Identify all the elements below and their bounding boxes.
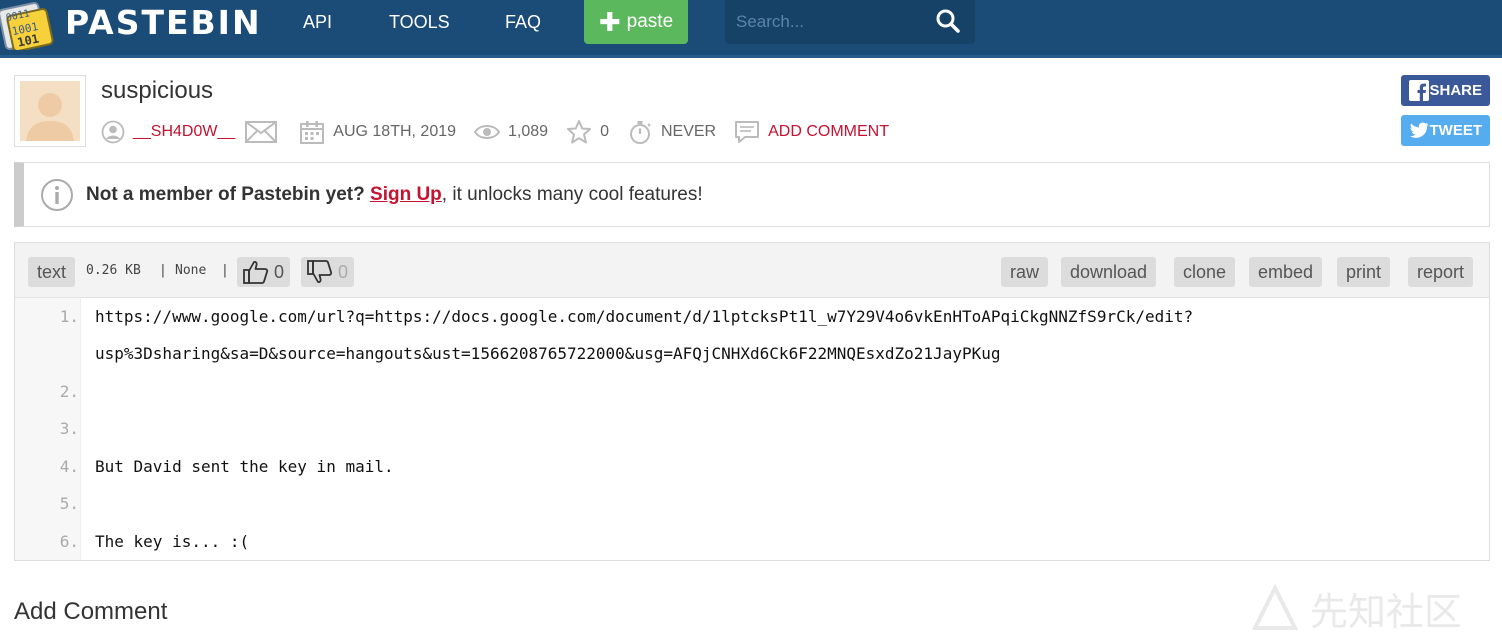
new-paste-button[interactable]: ✚ paste bbox=[584, 0, 688, 44]
twitter-bird-icon bbox=[1410, 122, 1429, 138]
signup-notice: Not a member of Pastebin yet? Sign Up, i… bbox=[14, 162, 1490, 227]
paste-date: AUG 18TH, 2019 bbox=[333, 123, 457, 140]
like-count: 0 bbox=[274, 261, 285, 282]
separator-2: | bbox=[221, 263, 229, 278]
expiry-timer-icon bbox=[629, 121, 651, 144]
search-box bbox=[725, 0, 975, 44]
pastebin-logo-icon: 0011 1001 101 bbox=[0, 0, 58, 53]
thumbs-up-icon bbox=[243, 261, 269, 284]
info-icon bbox=[41, 178, 73, 211]
thumbs-down-icon bbox=[307, 260, 333, 283]
print-button[interactable]: print bbox=[1337, 257, 1391, 287]
comment-icon[interactable] bbox=[734, 120, 760, 144]
plus-icon: ✚ bbox=[598, 7, 621, 37]
logo-text: PASTEBIN bbox=[65, 2, 262, 42]
watermark: 先知社区 bbox=[1250, 578, 1490, 638]
facebook-share-label: SHARE bbox=[1429, 82, 1482, 99]
paste-title: suspicious bbox=[101, 77, 214, 104]
paste-meta: __SH4D0W__ AUG 18TH, 2019 1,089 0 NEVER … bbox=[101, 118, 907, 146]
notice-bold-text: Not a member of Pastebin yet? bbox=[86, 183, 365, 205]
watermark-text: 先知社区 bbox=[1310, 589, 1463, 634]
nav-faq[interactable]: FAQ bbox=[505, 0, 541, 44]
download-button[interactable]: download bbox=[1061, 257, 1157, 287]
paste-code-box: text 0.26 KB | None | 0 0 raw download c… bbox=[14, 242, 1490, 561]
message-envelope-icon[interactable] bbox=[245, 121, 278, 143]
search-icon[interactable] bbox=[935, 8, 961, 34]
separator-1: | bbox=[159, 263, 167, 278]
paste-toolbar: text 0.26 KB | None | 0 0 raw download c… bbox=[15, 243, 1489, 298]
line-number: 1. bbox=[59, 307, 79, 326]
paste-category: None bbox=[175, 263, 207, 278]
dislike-button[interactable]: 0 bbox=[301, 257, 355, 287]
author-avatar[interactable] bbox=[14, 75, 86, 147]
search-input[interactable] bbox=[725, 0, 925, 44]
star-icon[interactable] bbox=[566, 119, 592, 145]
watermark-logo-icon bbox=[1251, 583, 1299, 630]
line-number: 4. bbox=[59, 457, 79, 476]
author-link[interactable]: __SH4D0W__ bbox=[133, 123, 235, 141]
twitter-tweet-button[interactable]: TWEET bbox=[1401, 115, 1490, 146]
nav-tools[interactable]: TOOLS bbox=[389, 0, 450, 44]
nav-api[interactable]: API bbox=[303, 0, 332, 44]
view-count: 1,089 bbox=[508, 123, 549, 140]
line-number: 6. bbox=[59, 532, 79, 551]
top-navbar: 0011 1001 101 PASTEBIN API TOOLS FAQ ✚ p… bbox=[0, 0, 1502, 58]
facebook-share-button[interactable]: SHARE bbox=[1401, 75, 1490, 106]
line-text: But David sent the key in mail. bbox=[95, 457, 394, 476]
notice-rest-text: , it unlocks many cool features! bbox=[441, 183, 703, 205]
line-number: 2. bbox=[59, 382, 79, 401]
eye-icon bbox=[474, 125, 501, 139]
add-comment-link[interactable]: ADD COMMENT bbox=[768, 123, 889, 141]
raw-button[interactable]: raw bbox=[1001, 257, 1049, 287]
calendar-icon bbox=[300, 121, 325, 144]
line-number: 5. bbox=[59, 494, 79, 513]
sign-up-link[interactable]: Sign Up bbox=[370, 184, 442, 205]
add-comment-heading: Add Comment bbox=[14, 598, 168, 625]
syntax-button[interactable]: text bbox=[28, 257, 76, 287]
line-text: https://www.google.com/url?q=https://doc… bbox=[95, 307, 1194, 326]
paste-size: 0.26 KB bbox=[86, 263, 141, 278]
pastebin-logo[interactable]: 0011 1001 101 PASTEBIN bbox=[0, 0, 262, 53]
line-text: usp%3Dsharing&sa=D&source=hangouts&ust=1… bbox=[95, 344, 1001, 363]
star-count: 0 bbox=[600, 123, 609, 140]
new-paste-label: paste bbox=[626, 11, 674, 32]
clone-button[interactable]: clone bbox=[1174, 257, 1236, 287]
user-avatar-icon bbox=[20, 81, 80, 141]
facebook-icon bbox=[1409, 80, 1429, 101]
dislike-count: 0 bbox=[338, 261, 349, 282]
like-button[interactable]: 0 bbox=[237, 257, 291, 287]
twitter-tweet-label: TWEET bbox=[1429, 122, 1483, 139]
paste-expiry: NEVER bbox=[660, 123, 717, 140]
embed-button[interactable]: embed bbox=[1249, 257, 1323, 287]
line-text: The key is... :( bbox=[95, 532, 250, 551]
line-number: 3. bbox=[59, 419, 79, 438]
user-icon bbox=[101, 120, 125, 144]
report-button[interactable]: report bbox=[1408, 257, 1474, 287]
